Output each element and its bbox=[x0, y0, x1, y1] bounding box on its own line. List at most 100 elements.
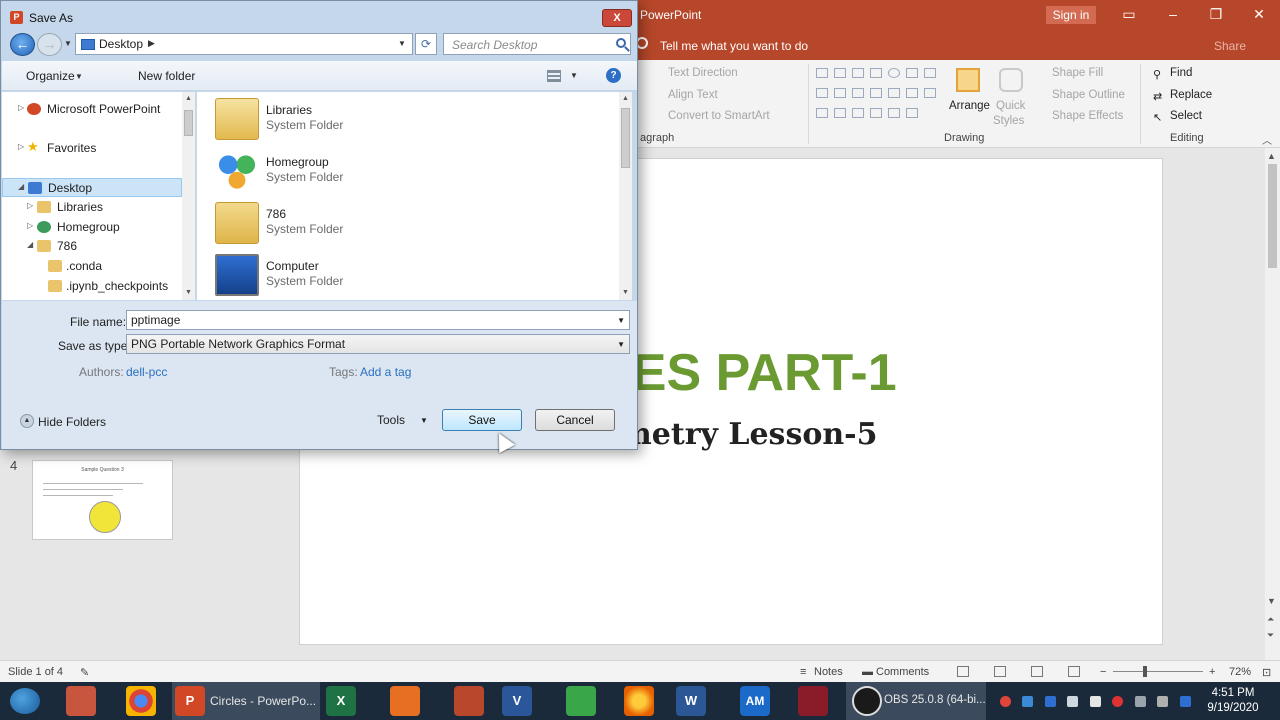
shape-cell[interactable] bbox=[852, 68, 864, 78]
slideshow-icon[interactable] bbox=[1068, 666, 1080, 677]
shapes-gallery[interactable] bbox=[816, 68, 944, 128]
collapse-arrow-icon[interactable]: ◢ bbox=[27, 240, 33, 249]
shape-cell[interactable] bbox=[924, 88, 936, 98]
winrar-icon[interactable] bbox=[798, 686, 828, 716]
chevron-down-icon[interactable]: ▼ bbox=[420, 416, 428, 425]
dialog-close-button[interactable]: X bbox=[602, 9, 632, 27]
file-item-computer[interactable]: Computer System Folder bbox=[215, 254, 515, 300]
chevron-down-icon[interactable]: ▼ bbox=[617, 316, 625, 325]
shape-cell[interactable] bbox=[906, 68, 918, 78]
network-tray-icon[interactable] bbox=[1022, 696, 1033, 707]
file-name-input[interactable]: pptimage ▼ bbox=[126, 310, 630, 330]
organize-button[interactable]: Organize bbox=[26, 69, 75, 83]
shape-cell[interactable] bbox=[888, 88, 900, 98]
nav-item-ipynb-checkpoints[interactable]: .ipynb_checkpoints bbox=[2, 277, 182, 296]
start-button[interactable] bbox=[10, 688, 40, 714]
slide-subheading[interactable]: ometry Lesson-5 bbox=[600, 417, 878, 452]
scrollbar-thumb[interactable] bbox=[1268, 164, 1277, 268]
flag-tray-icon[interactable] bbox=[1157, 696, 1168, 707]
volume-tray-icon[interactable] bbox=[1090, 696, 1101, 707]
zoom-slider[interactable] bbox=[1113, 671, 1203, 672]
shape-cell[interactable] bbox=[834, 68, 846, 78]
expand-arrow-icon[interactable]: ▷ bbox=[18, 142, 24, 151]
chevron-right-icon[interactable]: ▶ bbox=[148, 38, 155, 49]
shape-cell[interactable] bbox=[834, 108, 846, 118]
collapse-arrow-icon[interactable]: ◢ bbox=[18, 182, 24, 191]
shape-cell[interactable] bbox=[870, 108, 882, 118]
spellcheck-icon[interactable]: ✎ bbox=[80, 666, 89, 679]
display-tray-icon[interactable] bbox=[1180, 696, 1191, 707]
comments-button[interactable]: Comments bbox=[876, 666, 929, 678]
record-tray-icon[interactable] bbox=[1112, 696, 1123, 707]
bluetooth-tray-icon[interactable] bbox=[1045, 696, 1056, 707]
minimize-icon[interactable]: – bbox=[1163, 6, 1183, 22]
save-button[interactable]: Save bbox=[442, 409, 522, 431]
text-direction-button[interactable]: Text Direction bbox=[668, 67, 738, 79]
firefox-icon[interactable] bbox=[624, 686, 654, 716]
notes-button[interactable]: Notes bbox=[814, 666, 843, 678]
slide-thumbnail[interactable]: Sample Question 3 bbox=[32, 460, 173, 540]
replace-button[interactable]: Replace bbox=[1170, 89, 1212, 101]
slide-vertical-scrollbar[interactable]: ▲ ▼ ⏶ ⏷ bbox=[1265, 148, 1280, 660]
file-item-libraries[interactable]: Libraries System Folder bbox=[215, 98, 515, 144]
help-icon[interactable]: ? bbox=[606, 68, 621, 83]
views-icon[interactable] bbox=[547, 70, 561, 82]
chrome-icon[interactable] bbox=[126, 686, 156, 716]
expand-arrow-icon[interactable]: ▷ bbox=[27, 201, 33, 210]
file-list-scrollbar[interactable]: ▲ ▼ bbox=[619, 92, 632, 300]
scroll-up-icon[interactable]: ▲ bbox=[622, 95, 629, 102]
scroll-down-icon[interactable]: ▼ bbox=[1267, 596, 1276, 606]
shape-cell[interactable] bbox=[834, 88, 846, 98]
shape-cell[interactable] bbox=[870, 68, 882, 78]
search-input[interactable]: Search Desktop bbox=[443, 33, 631, 55]
reading-view-icon[interactable] bbox=[1031, 666, 1043, 677]
align-text-button[interactable]: Align Text bbox=[668, 89, 718, 101]
fit-slide-icon[interactable]: ⊡ bbox=[1262, 666, 1271, 679]
am-app-icon[interactable]: AM bbox=[740, 686, 770, 716]
shape-cell[interactable] bbox=[852, 108, 864, 118]
shape-cell[interactable] bbox=[888, 108, 900, 118]
recent-locations-icon[interactable]: ▼ bbox=[64, 39, 72, 48]
shape-fill-button[interactable]: Shape Fill bbox=[1052, 67, 1103, 79]
scrollbar-thumb[interactable] bbox=[184, 110, 193, 136]
nav-item-desktop[interactable]: ◢ Desktop bbox=[2, 178, 182, 197]
nav-item-786[interactable]: ◢ 786 bbox=[2, 237, 182, 256]
back-arrow-icon[interactable]: ← bbox=[10, 33, 35, 56]
next-slide-icon[interactable]: ⏷ bbox=[1267, 630, 1274, 641]
file-name-value[interactable]: pptimage bbox=[131, 313, 180, 327]
scroll-up-icon[interactable]: ▲ bbox=[1267, 151, 1276, 161]
shape-effects-button[interactable]: Shape Effects bbox=[1052, 110, 1123, 122]
shape-cell[interactable] bbox=[816, 88, 828, 98]
zoom-level[interactable]: 72% bbox=[1229, 666, 1251, 678]
chevron-down-icon[interactable]: ▼ bbox=[617, 340, 625, 349]
scrollbar-thumb[interactable] bbox=[621, 108, 630, 168]
forward-arrow-icon[interactable]: → bbox=[37, 33, 62, 56]
matlab-icon[interactable] bbox=[454, 686, 484, 716]
maximize-icon[interactable]: ❐ bbox=[1206, 6, 1226, 23]
ribbon-display-options-icon[interactable]: ▭ bbox=[1119, 6, 1139, 23]
file-item-homegroup[interactable]: Homegroup System Folder bbox=[215, 150, 515, 196]
nav-scrollbar[interactable]: ▲ ▼ bbox=[182, 92, 195, 300]
collapse-ribbon-icon[interactable]: ︿ bbox=[1262, 132, 1272, 147]
excel-icon[interactable]: X bbox=[326, 686, 356, 716]
media-app-icon[interactable] bbox=[66, 686, 96, 716]
previous-slide-icon[interactable]: ⏶ bbox=[1267, 614, 1274, 625]
slide-heading[interactable]: LES PART-1 bbox=[600, 343, 897, 403]
tags-field[interactable]: Add a tag bbox=[360, 365, 411, 379]
close-window-icon[interactable]: ✕ bbox=[1249, 6, 1269, 23]
convert-smartart-button[interactable]: Convert to SmartArt bbox=[668, 110, 770, 122]
refresh-icon[interactable]: ⟳ bbox=[415, 33, 437, 55]
find-button[interactable]: Find bbox=[1170, 67, 1192, 79]
authors-field[interactable]: dell-pcc bbox=[126, 365, 167, 379]
scroll-up-icon[interactable]: ▲ bbox=[185, 95, 192, 102]
shape-cell[interactable] bbox=[870, 88, 882, 98]
nav-item-libraries[interactable]: ▷ Libraries bbox=[2, 198, 182, 217]
shape-cell[interactable] bbox=[888, 68, 900, 78]
chevron-up-icon[interactable]: ▲ bbox=[20, 414, 34, 428]
action-center-tray-icon[interactable] bbox=[1135, 696, 1146, 707]
scroll-down-icon[interactable]: ▼ bbox=[185, 289, 192, 296]
search-icon[interactable] bbox=[616, 38, 626, 48]
arrange-button[interactable]: Arrange bbox=[949, 100, 990, 112]
share-button[interactable]: Share bbox=[1214, 39, 1246, 53]
clock[interactable]: 4:51 PM 9/19/2020 bbox=[1200, 686, 1266, 716]
